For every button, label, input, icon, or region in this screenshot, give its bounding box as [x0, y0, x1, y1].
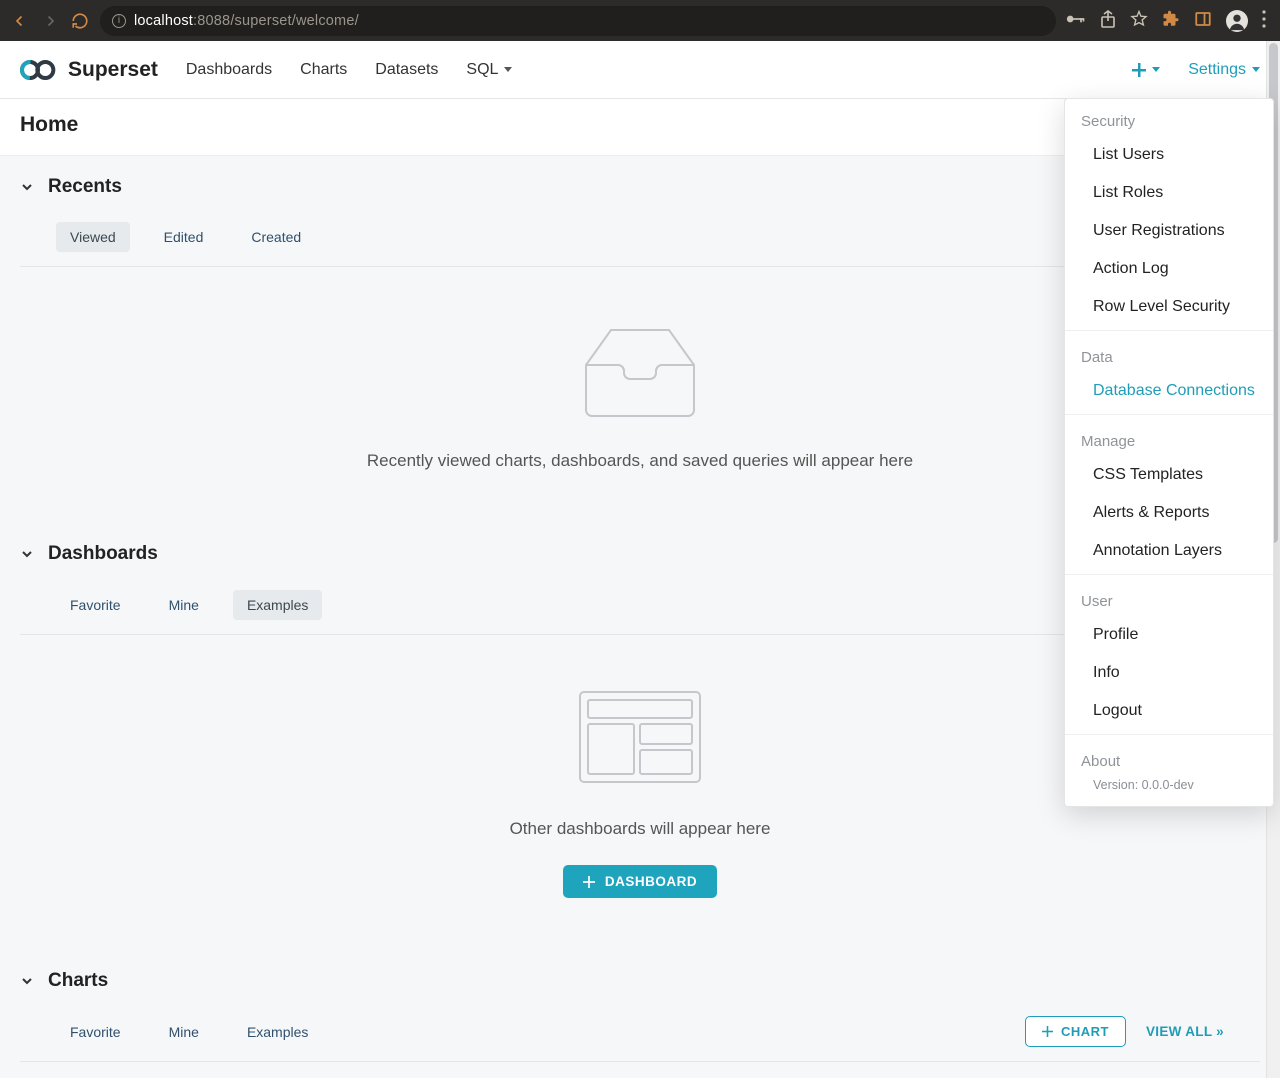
profile-avatar-icon[interactable]	[1226, 10, 1248, 32]
new-chart-button[interactable]: CHART	[1025, 1016, 1126, 1047]
plus-icon	[1132, 63, 1146, 77]
divider	[1065, 330, 1273, 331]
dd-item-info[interactable]: Info	[1065, 654, 1273, 692]
dd-item-row-level-security[interactable]: Row Level Security	[1065, 288, 1273, 326]
section-charts-title: Charts	[48, 970, 108, 992]
share-icon[interactable]	[1100, 10, 1116, 31]
chevron-down-icon	[504, 67, 512, 72]
dashboards-empty-text: Other dashboards will appear here	[510, 819, 771, 839]
browser-menu-icon[interactable]	[1262, 10, 1266, 31]
nav-sql[interactable]: SQL	[466, 61, 512, 79]
dd-item-alerts-reports[interactable]: Alerts & Reports	[1065, 494, 1273, 532]
divider	[1065, 734, 1273, 735]
dd-group-security: Security	[1065, 99, 1273, 136]
forward-button[interactable]	[40, 11, 60, 31]
charts-tab-examples[interactable]: Examples	[233, 1017, 322, 1047]
url-text: localhost:8088/superset/welcome/	[134, 13, 359, 29]
recents-empty-text: Recently viewed charts, dashboards, and …	[367, 451, 913, 471]
dd-version: Version: 0.0.0-dev	[1065, 776, 1273, 802]
charts-view-all-link[interactable]: VIEW ALL »	[1146, 1024, 1224, 1039]
recents-tab-edited[interactable]: Edited	[150, 222, 218, 252]
plus-icon	[1042, 1026, 1053, 1037]
dashboard-placeholder-icon	[576, 683, 704, 793]
dd-item-annotation-layers[interactable]: Annotation Layers	[1065, 532, 1273, 570]
app-topbar: Superset Dashboards Charts Datasets SQL …	[0, 41, 1280, 99]
brand[interactable]: Superset	[20, 58, 158, 82]
add-new-button[interactable]	[1132, 63, 1160, 77]
dd-item-css-templates[interactable]: CSS Templates	[1065, 456, 1273, 494]
nav-dashboards[interactable]: Dashboards	[186, 61, 272, 79]
chevron-down-icon[interactable]	[20, 974, 34, 988]
charts-tab-favorite[interactable]: Favorite	[56, 1017, 135, 1047]
url-bar[interactable]: i localhost:8088/superset/welcome/	[100, 6, 1056, 36]
inbox-icon	[576, 315, 704, 425]
dd-group-manage: Manage	[1065, 419, 1273, 456]
dd-item-logout[interactable]: Logout	[1065, 692, 1273, 730]
create-dashboard-button[interactable]: DASHBOARD	[563, 865, 717, 898]
browser-chrome: i localhost:8088/superset/welcome/	[0, 0, 1280, 41]
dd-group-data: Data	[1065, 335, 1273, 372]
extensions-icon[interactable]	[1162, 10, 1180, 31]
dashboards-tab-examples[interactable]: Examples	[233, 590, 322, 620]
dd-item-profile[interactable]: Profile	[1065, 616, 1273, 654]
logo-icon	[20, 59, 60, 81]
charts-tab-mine[interactable]: Mine	[155, 1017, 213, 1047]
panel-icon[interactable]	[1194, 10, 1212, 31]
section-recents-title: Recents	[48, 176, 122, 198]
recents-tab-created[interactable]: Created	[237, 222, 315, 252]
dashboards-tab-favorite[interactable]: Favorite	[56, 590, 135, 620]
nav-charts[interactable]: Charts	[300, 61, 347, 79]
recents-tab-viewed[interactable]: Viewed	[56, 222, 130, 252]
chevron-down-icon[interactable]	[20, 180, 34, 194]
charts-empty-state	[0, 1062, 1280, 1078]
dd-group-about: About	[1065, 739, 1273, 776]
password-key-icon[interactable]	[1066, 12, 1086, 29]
chevron-down-icon	[1252, 67, 1260, 72]
back-button[interactable]	[10, 11, 30, 31]
dd-group-user: User	[1065, 579, 1273, 616]
reload-button[interactable]	[70, 11, 90, 31]
brand-name: Superset	[68, 58, 158, 82]
nav-datasets[interactable]: Datasets	[375, 61, 438, 79]
chevron-down-icon	[1152, 67, 1160, 72]
dd-item-database-connections[interactable]: Database Connections	[1065, 372, 1273, 410]
dd-item-list-roles[interactable]: List Roles	[1065, 174, 1273, 212]
chevron-down-icon[interactable]	[20, 547, 34, 561]
dd-item-action-log[interactable]: Action Log	[1065, 250, 1273, 288]
section-dashboards-title: Dashboards	[48, 543, 158, 565]
settings-dropdown: Security List Users List Roles User Regi…	[1064, 98, 1274, 807]
dd-item-list-users[interactable]: List Users	[1065, 136, 1273, 174]
plus-icon	[583, 876, 595, 888]
dashboards-tab-mine[interactable]: Mine	[155, 590, 213, 620]
settings-dropdown-button[interactable]: Settings	[1188, 61, 1260, 79]
bookmark-star-icon[interactable]	[1130, 10, 1148, 31]
dd-item-user-registrations[interactable]: User Registrations	[1065, 212, 1273, 250]
site-info-icon[interactable]: i	[112, 14, 126, 28]
divider	[1065, 414, 1273, 415]
divider	[1065, 574, 1273, 575]
